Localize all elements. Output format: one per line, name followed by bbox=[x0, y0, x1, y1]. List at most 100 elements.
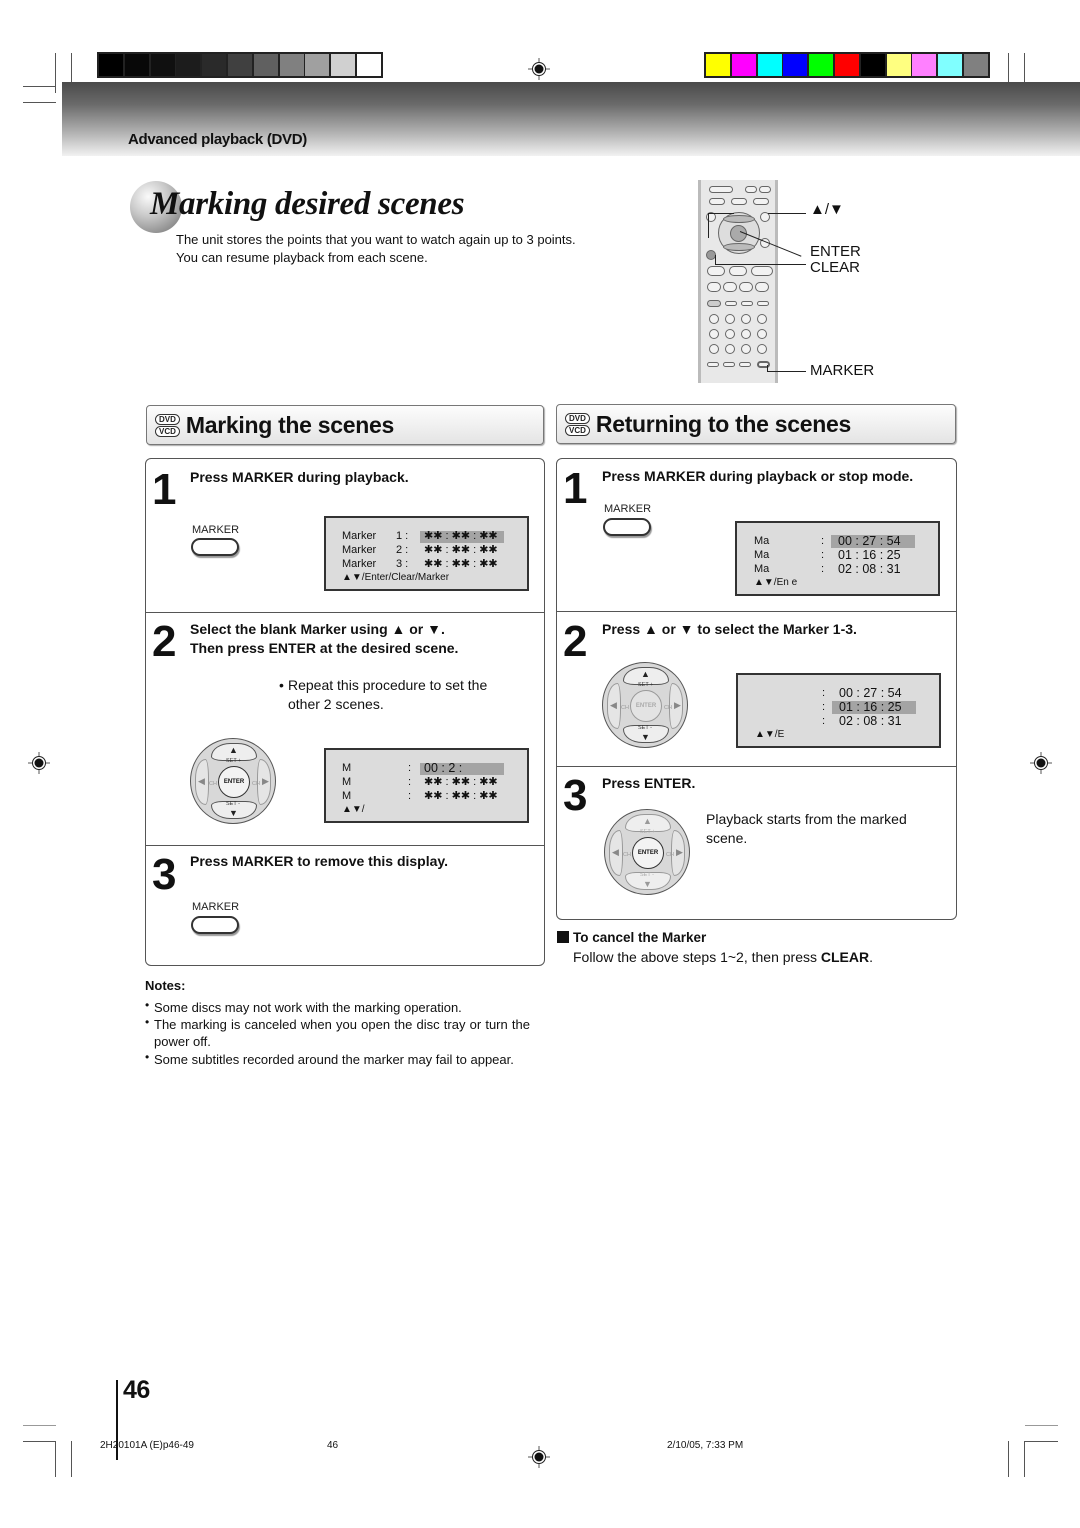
crop-mark bbox=[23, 1441, 56, 1443]
crop-mark bbox=[23, 1425, 56, 1427]
remote-key bbox=[725, 329, 735, 339]
gray-swatch bbox=[279, 54, 304, 76]
dvd-badge: DVD bbox=[565, 412, 590, 424]
step-instruction: Select the blank Marker using ▲ or ▼. bbox=[190, 621, 445, 637]
crop-mark bbox=[55, 1441, 57, 1477]
joystick-pad-icon: ▲ ▼ ◀ ▶ SET + SET - CH CH ENTER bbox=[190, 738, 276, 824]
crop-mark bbox=[71, 1441, 73, 1477]
marker-button-label: MARKER bbox=[192, 524, 240, 536]
remote-label-marker: MARKER bbox=[810, 362, 875, 379]
color-swatch bbox=[809, 54, 834, 76]
section-header-marking: DVD VCD Marking the scenes bbox=[146, 405, 544, 445]
crop-mark bbox=[1025, 1425, 1058, 1427]
footer-page: 46 bbox=[327, 1440, 339, 1451]
step-description: Playback starts from the marked bbox=[706, 811, 907, 827]
gray-swatch bbox=[253, 54, 278, 76]
color-swatch bbox=[834, 54, 859, 76]
square-bullet-icon bbox=[557, 931, 569, 943]
gray-swatch bbox=[150, 54, 175, 76]
remote-key bbox=[741, 314, 751, 324]
osd-footer: ▲▼/ bbox=[342, 804, 365, 815]
remote-label-clear: CLEAR bbox=[810, 259, 861, 276]
remote-illustration bbox=[698, 180, 778, 383]
joystick-pad-icon: ▲ ▼ ◀ ▶ SET + SET - CH CH ENTER bbox=[604, 809, 690, 895]
marker-osd-screen: Marker 1 : ✱✱ : ✱✱ : ✱✱ Marker 2 : ✱✱ : … bbox=[324, 516, 529, 591]
remote-key bbox=[741, 329, 751, 339]
remote-key bbox=[741, 344, 751, 354]
step-number: 1 bbox=[563, 464, 588, 513]
crop-mark bbox=[1008, 1441, 1010, 1477]
registration-mark-icon bbox=[28, 752, 50, 774]
step-number: 3 bbox=[152, 850, 177, 899]
gray-swatch bbox=[176, 54, 201, 76]
section-title: Marking the scenes bbox=[185, 411, 394, 438]
marker-button-label: MARKER bbox=[192, 901, 240, 913]
note-item: • Some subtitles recorded around the mark… bbox=[145, 1050, 514, 1067]
marker-button-label: MARKER bbox=[604, 503, 652, 515]
color-swatch bbox=[783, 54, 808, 76]
color-swatch bbox=[938, 54, 963, 76]
marker-osd-screen: Ma : 00 : 27 : 54 Ma : 01 : 16 : 25 Ma :… bbox=[735, 521, 940, 596]
intro-line: You can resume playback from each scene. bbox=[176, 250, 428, 265]
registration-mark-icon bbox=[528, 1446, 550, 1468]
intro-line: The unit stores the points that you want… bbox=[176, 232, 576, 247]
remote-key bbox=[725, 314, 735, 324]
note-item: • The marking is canceled when you open t… bbox=[145, 1015, 530, 1049]
step-note: Repeat this procedure to set the bbox=[288, 677, 488, 693]
color-swatch bbox=[963, 54, 988, 76]
section-header-returning: DVD VCD Returning to the scenes bbox=[556, 404, 956, 444]
cancel-heading: To cancel the Marker bbox=[573, 930, 707, 945]
gray-swatch bbox=[305, 54, 330, 76]
crop-mark bbox=[23, 102, 56, 104]
remote-key bbox=[757, 329, 767, 339]
cancel-text: Follow the above steps 1~2, then press C… bbox=[573, 949, 873, 965]
step-instruction: Then press ENTER at the desired scene. bbox=[190, 640, 459, 656]
step-instruction: Press ▲ or ▼ to select the Marker 1-3. bbox=[602, 621, 857, 637]
dvd-vcd-badge-icon: DVD VCD bbox=[155, 413, 180, 437]
color-swatch bbox=[706, 54, 730, 76]
step-instruction: Press MARKER during playback. bbox=[190, 469, 409, 485]
page-number: 46 bbox=[123, 1376, 150, 1404]
crop-mark bbox=[1024, 1441, 1026, 1477]
step-number: 1 bbox=[152, 465, 177, 514]
remote-key bbox=[709, 329, 719, 339]
divider bbox=[556, 766, 957, 768]
marker-osd-screen: : 00 : 27 : 54 : 01 : 16 : 25 : 02 : 08 … bbox=[736, 673, 941, 748]
remote-label-enter: ENTER bbox=[810, 243, 861, 260]
color-swatch bbox=[757, 54, 782, 76]
vcd-badge: VCD bbox=[565, 424, 590, 436]
intro-text: The unit stores the points that you want… bbox=[176, 231, 576, 267]
step-number: 2 bbox=[152, 617, 177, 666]
dvd-badge: DVD bbox=[155, 413, 180, 425]
remote-key bbox=[757, 344, 767, 354]
footer-date: 2/10/05, 7:33 PM bbox=[667, 1440, 744, 1451]
step-instruction: Press MARKER during playback or stop mod… bbox=[602, 468, 914, 484]
osd-footer: ▲▼/En e bbox=[754, 577, 798, 588]
page-title: Marking desired scenes bbox=[150, 186, 465, 222]
registration-mark-icon bbox=[528, 58, 550, 80]
marker-osd-screen: M : 00 : 2 : M : ✱✱ : ✱✱ : ✱✱ M : ✱✱ : ✱… bbox=[324, 748, 529, 823]
section-title: Returning to the scenes bbox=[595, 410, 851, 437]
step-description: scene. bbox=[706, 830, 748, 846]
color-swatch bbox=[860, 54, 885, 76]
bullet: • bbox=[279, 677, 284, 693]
gray-swatch bbox=[227, 54, 252, 76]
gray-swatch bbox=[99, 54, 123, 76]
color-swatch bbox=[912, 54, 937, 76]
divider bbox=[556, 611, 957, 613]
color-swatch bbox=[731, 54, 756, 76]
remote-key bbox=[757, 314, 767, 324]
step-number: 2 bbox=[563, 617, 588, 666]
remote-key bbox=[709, 344, 719, 354]
remote-label-arrows: ▲/▼ bbox=[810, 201, 844, 218]
crop-mark bbox=[23, 86, 56, 88]
step-instruction: Press ENTER. bbox=[602, 775, 696, 791]
marker-button-icon bbox=[191, 916, 239, 934]
section-label: Advanced playback (DVD) bbox=[128, 131, 307, 148]
remote-key bbox=[725, 344, 735, 354]
dvd-vcd-badge-icon: DVD VCD bbox=[565, 412, 590, 436]
registration-mark-icon bbox=[1030, 752, 1052, 774]
footer-file: 2H20101A (E)p46-49 bbox=[100, 1440, 194, 1451]
step-note: other 2 scenes. bbox=[288, 696, 384, 712]
divider bbox=[145, 612, 545, 614]
